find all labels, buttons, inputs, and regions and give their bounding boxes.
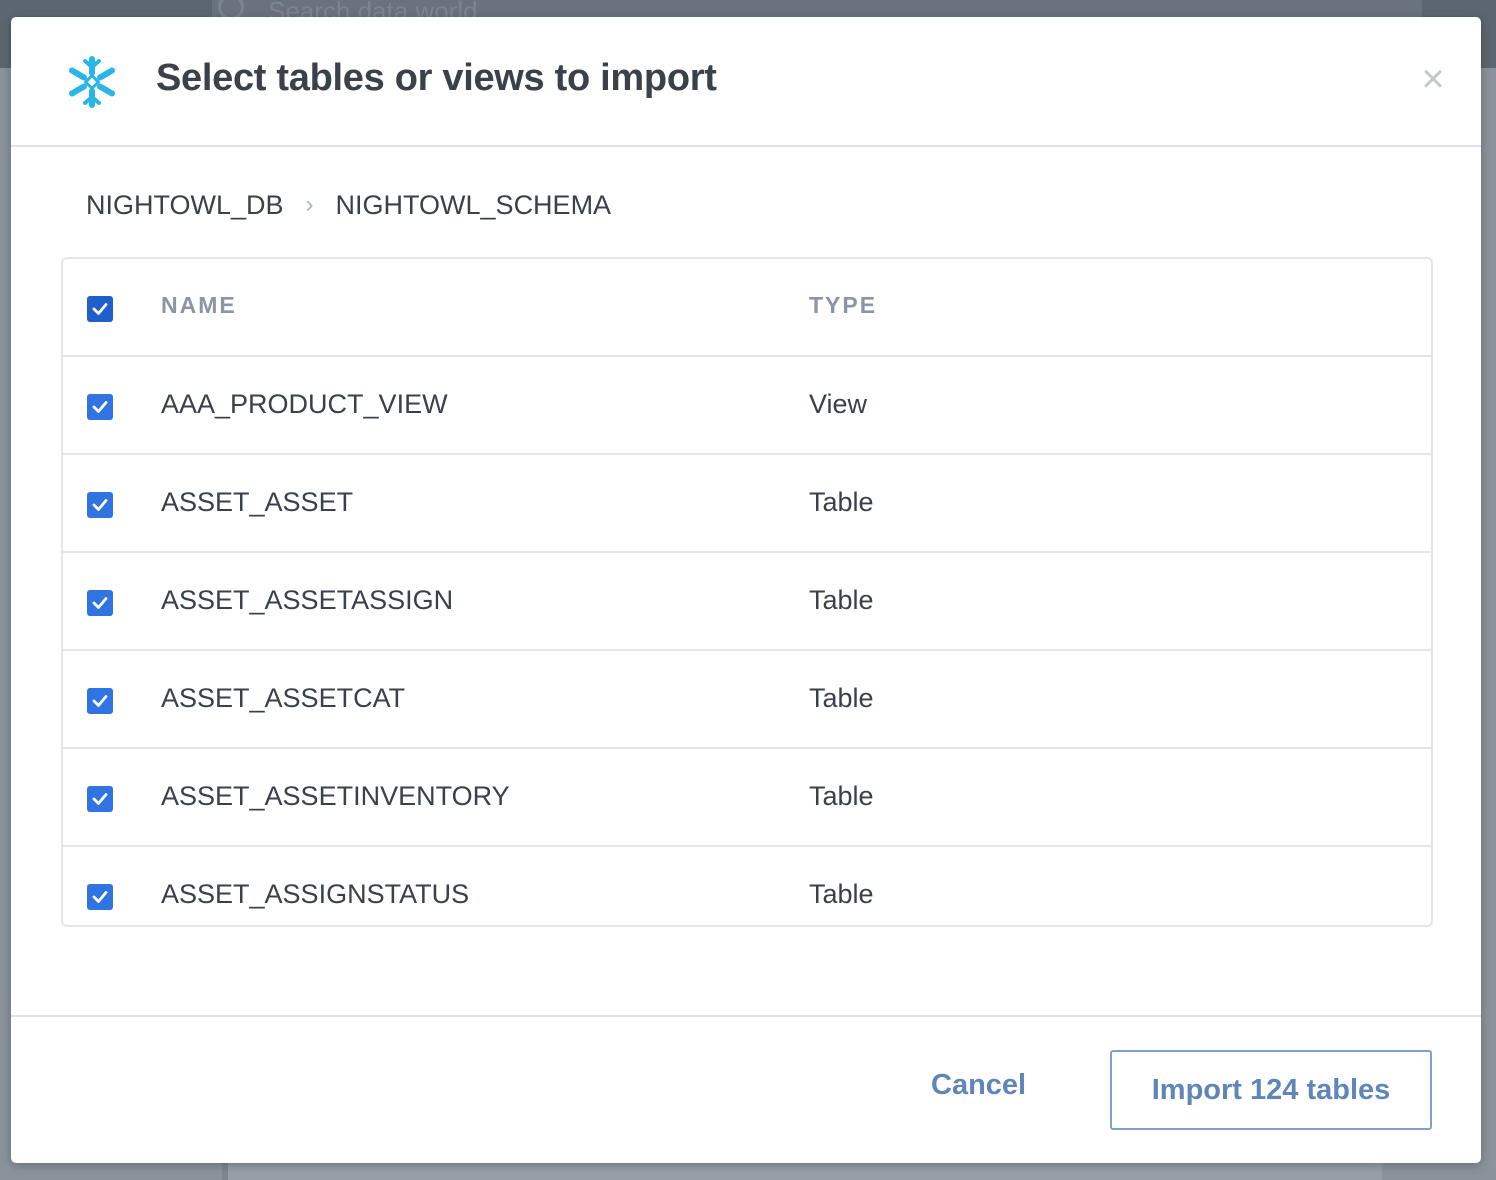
row-checkbox[interactable]: [87, 492, 113, 518]
check-icon: [92, 499, 108, 511]
row-name: ASSET_ASSET: [161, 487, 354, 517]
check-icon: [92, 401, 108, 413]
chevron-right-icon: ›: [305, 191, 314, 218]
snowflake-icon: [69, 56, 115, 108]
breadcrumb-item-schema[interactable]: NIGHTOWL_SCHEMA: [336, 190, 612, 221]
check-icon: [92, 597, 108, 609]
row-name: AAA_PRODUCT_VIEW: [161, 389, 448, 419]
select-all-checkbox[interactable]: [87, 296, 113, 322]
cancel-button[interactable]: Cancel: [931, 1069, 1026, 1109]
row-checkbox[interactable]: [87, 786, 113, 812]
row-type: View: [809, 389, 868, 419]
breadcrumb-item-database[interactable]: NIGHTOWL_DB: [86, 190, 284, 221]
check-icon: [92, 793, 108, 805]
modal-header: Select tables or views to import ×: [11, 17, 1481, 147]
import-tables-button[interactable]: Import 124 tables: [1110, 1050, 1432, 1130]
table-row[interactable]: ASSET_ASSETCAT Table: [63, 651, 1431, 749]
row-checkbox[interactable]: [87, 688, 113, 714]
row-checkbox[interactable]: [87, 394, 113, 420]
row-name: ASSET_ASSETCAT: [161, 683, 406, 713]
column-header-type: TYPE: [809, 292, 878, 318]
table-row[interactable]: ASSET_ASSET Table: [63, 455, 1431, 553]
check-icon: [92, 891, 108, 903]
row-checkbox[interactable]: [87, 590, 113, 616]
row-name: ASSET_ASSIGNSTATUS: [161, 879, 470, 909]
modal-title: Select tables or views to import: [156, 57, 717, 99]
table-row[interactable]: ASSET_ASSETINVENTORY Table: [63, 749, 1431, 847]
row-type: Table: [809, 879, 874, 909]
check-icon: [92, 303, 108, 315]
row-type: Table: [809, 487, 874, 517]
footer-divider: [11, 1015, 1481, 1017]
breadcrumb: NIGHTOWL_DB › NIGHTOWL_SCHEMA: [86, 187, 611, 223]
check-icon: [92, 695, 108, 707]
row-checkbox[interactable]: [87, 884, 113, 910]
row-type: Table: [809, 683, 874, 713]
close-icon[interactable]: ×: [1413, 59, 1453, 99]
table-header: NAME TYPE: [63, 259, 1431, 357]
import-tables-modal: Select tables or views to import × NIGHT…: [11, 17, 1481, 1163]
row-type: Table: [809, 781, 874, 811]
tables-list[interactable]: NAME TYPE AAA_PRODUCT_VIEW View ASSET_AS…: [61, 257, 1433, 927]
row-name: ASSET_ASSETINVENTORY: [161, 781, 510, 811]
table-row[interactable]: ASSET_ASSIGNSTATUS Table: [63, 847, 1431, 925]
row-type: Table: [809, 585, 874, 615]
table-row[interactable]: ASSET_ASSETASSIGN Table: [63, 553, 1431, 651]
table-row[interactable]: AAA_PRODUCT_VIEW View: [63, 357, 1431, 455]
row-name: ASSET_ASSETASSIGN: [161, 585, 454, 615]
column-header-name: NAME: [161, 292, 237, 318]
